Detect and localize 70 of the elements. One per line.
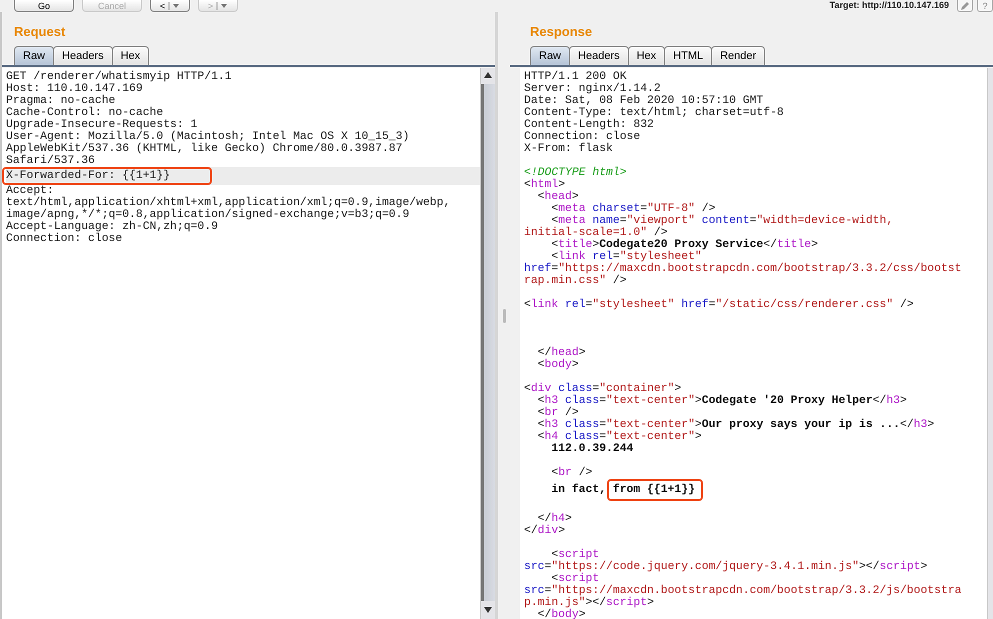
code-line: p.min.js"></script> <box>524 597 654 609</box>
code-line: Accept: <box>6 185 54 197</box>
code-line: rap.min.css" /> <box>524 275 627 287</box>
code-line: Safari/537.36 <box>6 155 95 167</box>
view-tab[interactable]: Hex <box>628 46 666 65</box>
code-line: <head> <box>536 191 579 203</box>
code-line: <h3 class="text-center">Codegate '20 Proxy Helper</h3> <box>536 395 907 407</box>
code-line: </body> <box>536 609 586 619</box>
view-tab[interactable]: Raw <box>14 46 54 65</box>
code-line: Content-Type: text/html; charset=utf-8 <box>524 107 784 119</box>
history-button[interactable]: < <box>150 0 190 12</box>
code-line: </div> <box>524 525 566 537</box>
code-line: <body> <box>536 359 579 371</box>
view-tab[interactable]: HTML <box>664 46 712 65</box>
code-line: image/apng,*/*;q=0.8,application/signed-exchange;v=b3;q=0.9 <box>6 209 410 221</box>
code-line: GET /renderer/whatismyip HTTP/1.1 <box>6 71 232 83</box>
view-tab[interactable]: Headers <box>569 46 629 65</box>
code-line: <!DOCTYPE html> <box>524 167 627 179</box>
code-line: Server: nginx/1.14.2 <box>524 83 661 95</box>
code-line: Accept-Language: zh-CN,zh;q=0.9 <box>6 221 218 233</box>
code-line: src="https://maxcdn.bootstrapcdn.com/bootstrap/3.3.2/js/bootstra <box>524 585 962 597</box>
code-line: src="https://code.jquery.com/jquery-3.4.1.min.js"></script> <box>524 561 928 573</box>
view-tab[interactable]: Hex <box>112 46 150 65</box>
view-tab[interactable]: Render <box>711 46 766 65</box>
code-line: Host: 110.10.147.169 <box>6 83 143 95</box>
target-label: Target: http://110.10.147.169 <box>830 0 949 10</box>
code-line: HTTP/1.1 200 OK <box>524 71 627 83</box>
code-line: </h4> <box>537 513 572 525</box>
code-line: 112.0.39.244 <box>550 443 634 455</box>
code-line: <link rel="stylesheet" href="/static/css/renderer.css" /> <box>524 299 914 311</box>
scrollbar[interactable] <box>987 68 993 619</box>
code-line: <html> <box>524 179 566 191</box>
request-editor[interactable] <box>2 68 495 619</box>
response-editor[interactable] <box>520 68 993 619</box>
code-line: <link rel="stylesheet" <box>551 251 702 263</box>
code-line: href="https://maxcdn.bootstrapcdn.com/bootstrap/3.3.2/css/bootst <box>524 263 962 275</box>
code-line: <h4 class="text-center"> <box>536 431 702 443</box>
caret-icon <box>168 2 180 10</box>
scroll-up-icon[interactable] <box>484 72 492 78</box>
caret-icon <box>216 2 228 10</box>
code-line: <h3 class="text-center">Our proxy says your ip is ...</h3> <box>536 419 934 431</box>
code-line: <meta charset="UTF-8" /> <box>550 203 716 215</box>
code-line: <br /> <box>550 467 592 479</box>
pencil-icon <box>960 0 970 10</box>
toolbar-button[interactable]: Go <box>14 0 74 12</box>
code-line: <br /> <box>536 407 579 419</box>
code-line: Pragma: no-cache <box>6 95 116 107</box>
scroll-down-icon[interactable] <box>484 607 492 613</box>
view-tab[interactable]: Headers <box>53 46 113 65</box>
code-line: </head> <box>536 347 586 359</box>
code-line: text/html,application/xhtml+xml,application/xml;q=0.9,image/webp, <box>6 197 450 209</box>
pane-title: Request <box>14 24 66 40</box>
code-line: <div class="container"> <box>524 383 682 395</box>
code-line: X-From: flask <box>524 143 613 155</box>
code-line: Connection: close <box>6 233 122 245</box>
code-line: <meta name="viewport" content="width=device-width, <box>551 215 894 227</box>
code-line: <title>Codegate20 Proxy Service</title> <box>550 239 818 251</box>
view-tab[interactable]: Raw <box>530 46 570 65</box>
code-line: AppleWebKit/537.36 (KHTML, like Gecko) Chrome/80.0.3987.87 <box>6 143 402 155</box>
pane-title: Response <box>530 24 592 40</box>
code-line: Upgrade-Insecure-Requests: 1 <box>6 119 198 131</box>
code-line: Content-Length: 832 <box>524 119 654 131</box>
code-line: User-Agent: Mozilla/5.0 (Macintosh; Intel Mac OS X 10_15_3) <box>6 131 410 143</box>
code-line: <script <box>550 549 600 561</box>
code-line: Cache-Control: no-cache <box>6 107 164 119</box>
code-line: initial-scale=1.0" /> <box>524 227 668 239</box>
code-line: Date: Sat, 08 Feb 2020 10:57:10 GMT <box>524 95 764 107</box>
edit-button[interactable] <box>957 0 973 12</box>
code-line: Connection: close <box>524 131 640 143</box>
code-line: <script <box>550 573 600 585</box>
